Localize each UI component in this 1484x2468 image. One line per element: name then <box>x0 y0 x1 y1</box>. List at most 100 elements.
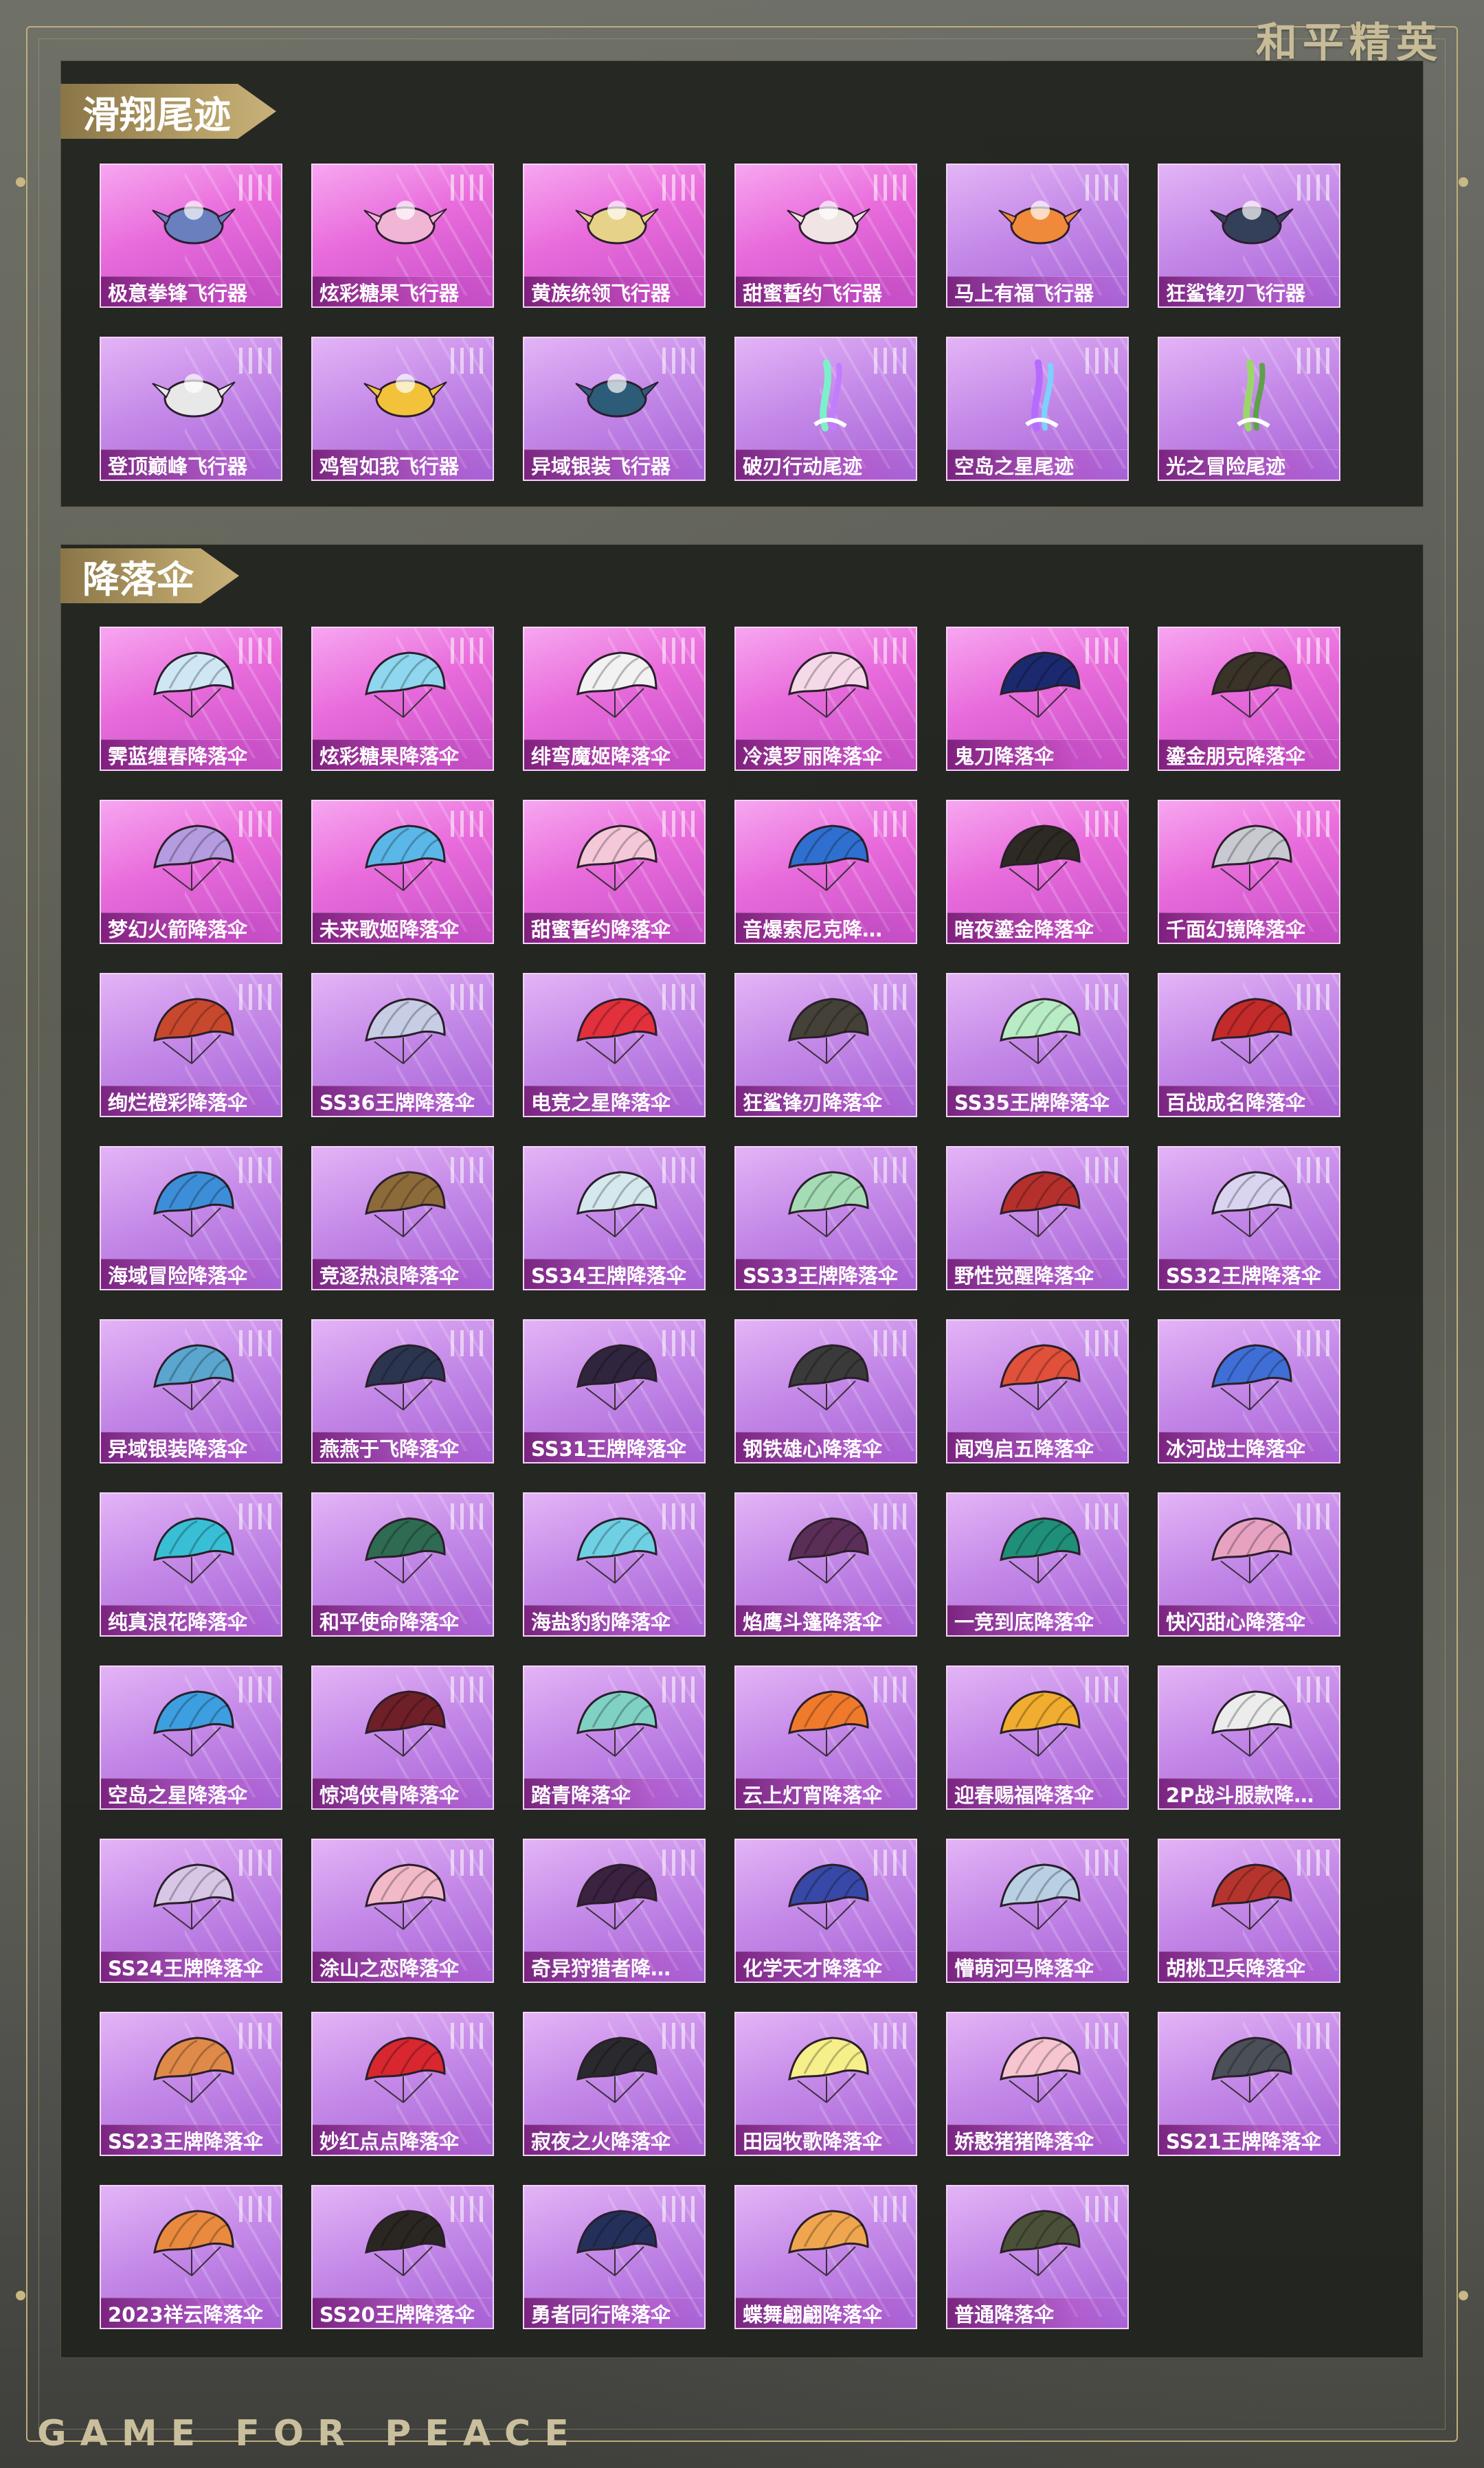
parachute-card[interactable]: SS20王牌降落伞 <box>311 2185 494 2329</box>
parachute-card[interactable]: 涂山之恋降落伞 <box>311 1839 494 1983</box>
parachute-card[interactable]: 田园牧歌降落伞 <box>734 2012 917 2156</box>
glider-icon <box>572 356 662 431</box>
parachute-icon <box>572 1338 662 1414</box>
rarity-stripes <box>662 175 695 201</box>
parachute-icon <box>1207 1685 1296 1760</box>
parachute-card[interactable]: 蝶舞翩翩降落伞 <box>734 2185 917 2329</box>
parachute-card[interactable]: SS23王牌降落伞 <box>100 2012 282 2156</box>
parachute-icon <box>572 1858 662 1933</box>
parachute-icon <box>996 1685 1085 1760</box>
parachute-card[interactable]: 一竞到底降落伞 <box>946 1492 1129 1637</box>
parachute-card[interactable]: 勇者同行降落伞 <box>523 2185 706 2329</box>
glider-card[interactable]: 甜蜜誓约飞行器 <box>734 164 917 308</box>
parachute-card[interactable]: 霁蓝缠春降落伞 <box>100 627 282 771</box>
parachute-card[interactable]: 踏青降落伞 <box>523 1665 706 1810</box>
parachute-card[interactable]: 普通降落伞 <box>946 2185 1129 2329</box>
item-name: 炫彩糖果降落伞 <box>313 739 493 770</box>
parachute-card[interactable]: 海域冒险降落伞 <box>100 1146 282 1290</box>
parachute-card[interactable]: SS34王牌降落伞 <box>523 1146 706 1290</box>
parachute-card[interactable]: 妙红点点降落伞 <box>311 2012 494 2156</box>
parachute-card[interactable]: 纯真浪花降落伞 <box>100 1492 282 1637</box>
parachute-card[interactable]: 梦幻火箭降落伞 <box>100 800 282 944</box>
parachute-card[interactable]: 奇异狩猎者降… <box>523 1839 706 1983</box>
parachute-card[interactable]: 冰河战士降落伞 <box>1158 1319 1340 1463</box>
parachute-card[interactable]: SS35王牌降落伞 <box>946 973 1129 1117</box>
glider-icon <box>996 183 1085 258</box>
parachute-card[interactable]: 暗夜鎏金降落伞 <box>946 800 1129 944</box>
parachute-card[interactable]: 炫彩糖果降落伞 <box>311 627 494 771</box>
parachute-card[interactable]: 2023祥云降落伞 <box>100 2185 282 2329</box>
parachute-card[interactable]: 狂鲨锋刃降落伞 <box>734 973 917 1117</box>
parachute-card[interactable]: 异域银装降落伞 <box>100 1319 282 1463</box>
trail-card[interactable]: 光之冒险尾迹 <box>1158 337 1340 481</box>
section-title-glider: 滑翔尾迹 <box>60 84 276 139</box>
parachute-card[interactable]: 云上灯宵降落伞 <box>734 1665 917 1810</box>
glider-card[interactable]: 炫彩糖果飞行器 <box>311 164 494 308</box>
item-name: 甜蜜誓约飞行器 <box>736 276 916 306</box>
parachute-card[interactable]: 甜蜜誓约降落伞 <box>523 800 706 944</box>
item-name: 踏青降落伞 <box>524 1778 704 1808</box>
parachute-card[interactable]: SS33王牌降落伞 <box>734 1146 917 1290</box>
rarity-stripes <box>239 1157 271 1183</box>
glider-card[interactable]: 黄族统领飞行器 <box>523 164 706 308</box>
parachute-card[interactable]: 娇憨猪猪降落伞 <box>946 2012 1129 2156</box>
item-name: SS32王牌降落伞 <box>1159 1259 1339 1289</box>
glider-card[interactable]: 极意拳锋飞行器 <box>100 164 282 308</box>
parachute-card[interactable]: 寂夜之火降落伞 <box>523 2012 706 2156</box>
parachute-card[interactable]: 迎春赐福降落伞 <box>946 1665 1129 1810</box>
item-name: 胡桃卫兵降落伞 <box>1159 1951 1339 1982</box>
item-name: 霁蓝缠春降落伞 <box>101 739 281 770</box>
parachute-card[interactable]: 海盐豹豹降落伞 <box>523 1492 706 1637</box>
rarity-stripes <box>1297 348 1329 374</box>
parachute-card[interactable]: 懵萌河马降落伞 <box>946 1839 1129 1983</box>
trail-card[interactable]: 破刃行动尾迹 <box>734 337 917 481</box>
parachute-icon <box>361 2204 450 2280</box>
parachute-icon <box>361 646 450 721</box>
glider-card[interactable]: 异域银装飞行器 <box>523 337 706 481</box>
parachute-card[interactable]: 野性觉醒降落伞 <box>946 1146 1129 1290</box>
parachute-icon <box>1207 992 1296 1068</box>
parachute-card[interactable]: 2P战斗服款降… <box>1158 1665 1340 1810</box>
parachute-card[interactable]: 快闪甜心降落伞 <box>1158 1492 1340 1637</box>
parachute-card[interactable]: 和平使命降落伞 <box>311 1492 494 1637</box>
glider-card[interactable]: 狂鲨锋刃飞行器 <box>1158 164 1340 308</box>
parachute-card[interactable]: 鬼刀降落伞 <box>946 627 1129 771</box>
parachute-card[interactable]: SS31王牌降落伞 <box>523 1319 706 1463</box>
parachute-card[interactable]: 化学天才降落伞 <box>734 1839 917 1983</box>
parachute-icon <box>1207 1338 1296 1414</box>
glider-icon <box>1207 183 1296 258</box>
trail-card[interactable]: 空岛之星尾迹 <box>946 337 1129 481</box>
parachute-card[interactable]: 音爆索尼克降… <box>734 800 917 944</box>
parachute-card[interactable]: SS36王牌降落伞 <box>311 973 494 1117</box>
parachute-card[interactable]: 冷漠罗丽降落伞 <box>734 627 917 771</box>
rarity-stripes <box>1297 175 1329 201</box>
parachute-card[interactable]: 燕燕于飞降落伞 <box>311 1319 494 1463</box>
rarity-stripes <box>451 1850 483 1876</box>
parachute-card[interactable]: 百战成名降落伞 <box>1158 973 1340 1117</box>
parachute-card[interactable]: 焰鹰斗篷降落伞 <box>734 1492 917 1637</box>
rarity-stripes <box>239 2196 271 2222</box>
parachute-card[interactable]: 绯弯魔姬降落伞 <box>523 627 706 771</box>
item-name: 蝶舞翩翩降落伞 <box>736 2298 916 2328</box>
glider-card[interactable]: 马上有福飞行器 <box>946 164 1129 308</box>
rarity-stripes <box>874 811 906 837</box>
parachute-icon <box>784 1338 873 1414</box>
parachute-card[interactable]: 千面幻镜降落伞 <box>1158 800 1340 944</box>
parachute-card[interactable]: 鎏金朋克降落伞 <box>1158 627 1340 771</box>
item-name: 勇者同行降落伞 <box>524 2298 704 2328</box>
parachute-card[interactable]: 电竞之星降落伞 <box>523 973 706 1117</box>
parachute-card[interactable]: 绚烂橙彩降落伞 <box>100 973 282 1117</box>
glider-card[interactable]: 登顶巅峰飞行器 <box>100 337 282 481</box>
parachute-card[interactable]: 空岛之星降落伞 <box>100 1665 282 1810</box>
parachute-card[interactable]: 闻鸡启五降落伞 <box>946 1319 1129 1463</box>
parachute-card[interactable]: SS24王牌降落伞 <box>100 1839 282 1983</box>
parachute-card[interactable]: SS21王牌降落伞 <box>1158 2012 1340 2156</box>
parachute-card[interactable]: SS32王牌降落伞 <box>1158 1146 1340 1290</box>
parachute-card[interactable]: 钢铁雄心降落伞 <box>734 1319 917 1463</box>
item-name: 和平使命降落伞 <box>313 1605 493 1635</box>
parachute-card[interactable]: 胡桃卫兵降落伞 <box>1158 1839 1340 1983</box>
parachute-card[interactable]: 未来歌姬降落伞 <box>311 800 494 944</box>
parachute-card[interactable]: 惊鸿侠骨降落伞 <box>311 1665 494 1810</box>
glider-card[interactable]: 鸡智如我飞行器 <box>311 337 494 481</box>
parachute-card[interactable]: 竞逐热浪降落伞 <box>311 1146 494 1290</box>
